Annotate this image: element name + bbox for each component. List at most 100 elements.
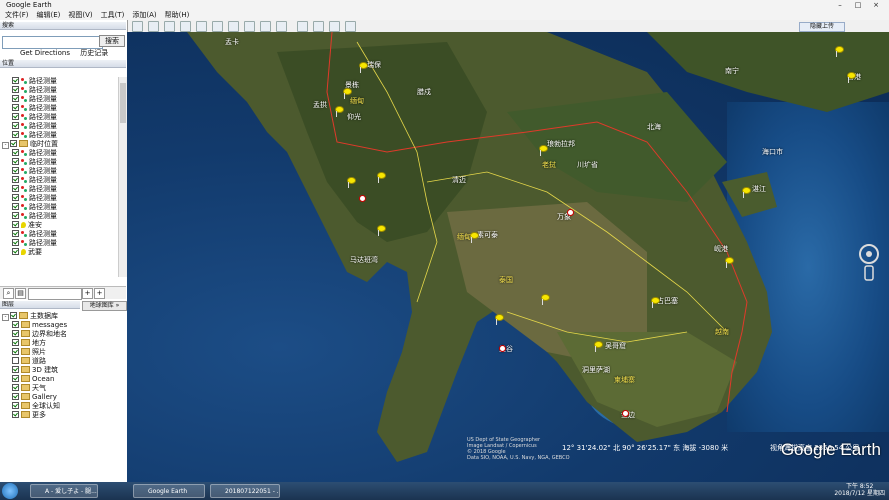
- system-clock[interactable]: 下午 8:52 2018/7/12 星期四: [834, 483, 885, 497]
- placemark-pin[interactable]: [847, 72, 856, 83]
- visibility-checkbox[interactable]: [12, 104, 19, 111]
- layer-checkbox[interactable]: [12, 321, 19, 328]
- places-filter-input[interactable]: [28, 288, 82, 300]
- map-label[interactable]: 琅勃拉邦: [547, 139, 575, 149]
- expand-collapse-icon[interactable]: -: [2, 142, 9, 149]
- map-label[interactable]: 素可泰: [477, 230, 498, 240]
- places-folder[interactable]: - 临时位置: [2, 140, 58, 149]
- placemark-pin[interactable]: [594, 341, 603, 352]
- map-label[interactable]: 缅甸: [457, 232, 471, 242]
- show-list-icon[interactable]: ▤: [15, 288, 26, 299]
- places-item[interactable]: 路径测量: [12, 194, 57, 203]
- view-in-maps-icon[interactable]: [345, 21, 356, 32]
- map-label[interactable]: 占巴塞: [657, 296, 678, 306]
- search-panel-header[interactable]: 搜索: [0, 22, 126, 30]
- city-marker[interactable]: [499, 345, 506, 352]
- menu-tools[interactable]: 工具(T): [101, 10, 125, 20]
- sunlight-icon[interactable]: [244, 21, 255, 32]
- map-label[interactable]: 川圹省: [577, 160, 598, 170]
- placemark-pin[interactable]: [377, 225, 386, 236]
- start-button[interactable]: [2, 483, 18, 499]
- record-tour-icon[interactable]: [212, 21, 223, 32]
- layers-item[interactable]: Gallery: [12, 393, 57, 402]
- visibility-checkbox[interactable]: [12, 185, 19, 192]
- places-item[interactable]: 路径测量: [12, 176, 57, 185]
- places-item[interactable]: 路径测量: [12, 239, 57, 248]
- menu-edit[interactable]: 编辑(E): [37, 10, 61, 20]
- layers-item[interactable]: 边界和地名: [12, 330, 67, 339]
- layer-checkbox[interactable]: [12, 348, 19, 355]
- map-label[interactable]: 柬埔寨: [614, 375, 635, 385]
- map-label[interactable]: 缅甸: [350, 96, 364, 106]
- layers-item[interactable]: 更多: [12, 411, 46, 420]
- map-label[interactable]: 清迈: [452, 175, 466, 185]
- sign-in-button[interactable]: 隐藏上传: [799, 22, 845, 32]
- image-overlay-icon[interactable]: [196, 21, 207, 32]
- visibility-checkbox[interactable]: [12, 212, 19, 219]
- visibility-checkbox[interactable]: [12, 149, 19, 156]
- visibility-checkbox[interactable]: [12, 239, 19, 246]
- map-label[interactable]: 腊戍: [417, 87, 431, 97]
- historical-imagery-icon[interactable]: [228, 21, 239, 32]
- placemark-pin[interactable]: [541, 294, 550, 305]
- scrollbar-thumb[interactable]: [120, 83, 126, 123]
- maximize-button[interactable]: □: [849, 0, 867, 10]
- layer-checkbox[interactable]: [10, 312, 17, 319]
- places-item[interactable]: 路径测量: [12, 77, 57, 86]
- move-up-icon[interactable]: +: [82, 288, 93, 299]
- visibility-checkbox[interactable]: [12, 194, 19, 201]
- places-item[interactable]: 路径测量: [12, 104, 57, 113]
- placemark-pin[interactable]: [742, 187, 751, 198]
- map-label[interactable]: 瑞保: [367, 60, 381, 70]
- map-label[interactable]: 仰光: [347, 112, 361, 122]
- layer-checkbox[interactable]: [12, 411, 19, 418]
- placemark-pin[interactable]: [470, 232, 479, 243]
- places-item[interactable]: 武要: [12, 248, 42, 257]
- menu-help[interactable]: 帮助(H): [165, 10, 190, 20]
- city-marker[interactable]: [567, 209, 574, 216]
- layers-item[interactable]: 照片: [12, 348, 46, 357]
- sidebar-toggle-icon[interactable]: [132, 21, 143, 32]
- layers-item[interactable]: Ocean: [12, 375, 54, 384]
- visibility-checkbox[interactable]: [12, 77, 19, 84]
- get-directions-link[interactable]: Get Directions: [20, 49, 70, 57]
- places-item[interactable]: 路径测量: [12, 86, 57, 95]
- layer-checkbox[interactable]: [12, 384, 19, 391]
- places-panel-header[interactable]: 位置: [0, 60, 126, 68]
- planet-switch-icon[interactable]: [260, 21, 271, 32]
- map-label[interactable]: 老挝: [542, 160, 556, 170]
- layer-checkbox[interactable]: [12, 366, 19, 373]
- layers-item[interactable]: 地方: [12, 339, 46, 348]
- search-button[interactable]: 搜索: [99, 35, 125, 47]
- placemark-pin[interactable]: [343, 88, 352, 99]
- taskbar-item-image[interactable]: 201807122051 - ...: [210, 484, 280, 498]
- navigation-control[interactable]: [854, 242, 884, 282]
- layers-item[interactable]: 3D 建筑: [12, 366, 58, 375]
- map-label[interactable]: 岘港: [714, 244, 728, 254]
- email-icon[interactable]: [297, 21, 308, 32]
- placemark-pin[interactable]: [347, 177, 356, 188]
- places-item[interactable]: 路径测量: [12, 113, 57, 122]
- layers-item[interactable]: - 主数据库: [2, 312, 58, 321]
- visibility-checkbox[interactable]: [12, 248, 19, 255]
- layer-checkbox[interactable]: [12, 393, 19, 400]
- visibility-checkbox[interactable]: [12, 95, 19, 102]
- menu-file[interactable]: 文件(F): [5, 10, 29, 20]
- layer-checkbox[interactable]: [12, 357, 19, 364]
- placemark-pin[interactable]: [377, 172, 386, 183]
- places-item[interactable]: 路径测量: [12, 158, 57, 167]
- layers-panel-header[interactable]: 图层: [0, 301, 80, 309]
- places-item[interactable]: 路径测量: [12, 167, 57, 176]
- layer-checkbox[interactable]: [12, 402, 19, 409]
- map-label[interactable]: 孟拱: [313, 100, 327, 110]
- places-item[interactable]: 路径测量: [12, 185, 57, 194]
- add-placemark-icon[interactable]: [148, 21, 159, 32]
- move-down-icon[interactable]: +: [94, 288, 105, 299]
- placemark-pin[interactable]: [539, 145, 548, 156]
- add-polygon-icon[interactable]: [164, 21, 175, 32]
- layer-checkbox[interactable]: [12, 375, 19, 382]
- taskbar-item-music[interactable]: A - 爱し子よ - 腿...: [30, 484, 98, 498]
- layers-item[interactable]: messages: [12, 321, 67, 330]
- menu-add[interactable]: 添加(A): [132, 10, 156, 20]
- map-label[interactable]: 越南: [715, 327, 729, 337]
